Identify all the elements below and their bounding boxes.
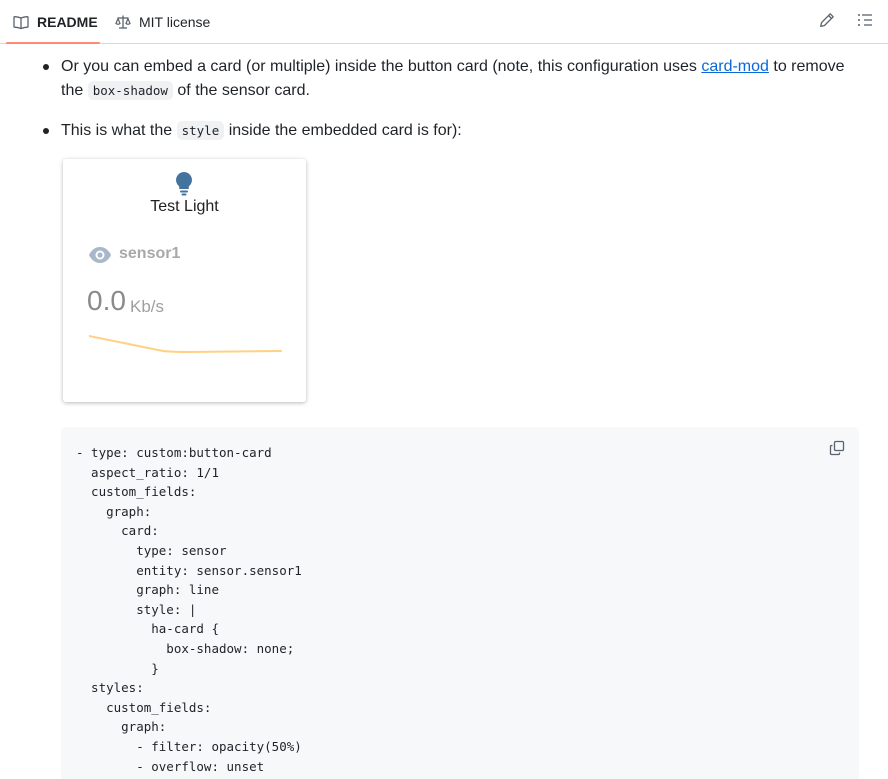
inline-code: box-shadow: [87, 80, 173, 100]
code-line: graph: line: [76, 582, 219, 598]
book-icon: [13, 14, 29, 30]
edit-button[interactable]: [815, 10, 839, 34]
button-card-preview: Test Light sensor1 0.0 Kb/s: [63, 159, 306, 402]
list-icon: [857, 12, 873, 33]
copy-button[interactable]: [826, 439, 848, 461]
code-line: - type: custom:button-card: [76, 445, 272, 460]
tab-readme[interactable]: README: [6, 0, 100, 44]
code-line: }: [76, 660, 159, 676]
code-line: custom_fields:: [76, 484, 197, 500]
copy-icon: [829, 440, 845, 461]
tab-license[interactable]: MIT license: [115, 0, 210, 43]
code-line: ha-card {: [76, 621, 219, 637]
code-line: aspect_ratio: 1/1: [76, 464, 219, 480]
code-line: entity: sensor.sensor1: [76, 562, 302, 578]
text-segment: of the sensor card.: [172, 81, 310, 99]
scale-icon: [115, 14, 131, 30]
pencil-icon: [819, 12, 835, 33]
bullet-dot: [43, 64, 49, 70]
text-segment: This is what the: [61, 122, 177, 139]
code-line: type: sensor: [76, 543, 227, 558]
sensor-unit: Kb/s: [130, 297, 165, 316]
code-block: - type: custom:button-card aspect_ratio:…: [61, 427, 859, 779]
code-line: graph:: [76, 503, 152, 519]
text-segment: Or you can embed a card (or multiple) in…: [61, 58, 702, 75]
sensor-graph: [89, 335, 282, 354]
list-item: This is what the style inside the embedd…: [43, 119, 863, 143]
sensor-value: 0.0: [87, 285, 126, 316]
eye-icon: [88, 245, 112, 270]
code-line: styles:: [76, 680, 144, 696]
tab-license-label: MIT license: [139, 13, 211, 30]
sensor-name: sensor1: [119, 245, 181, 262]
list-item-text: Or you can embed a card (or multiple) in…: [61, 55, 861, 102]
inline-code: style: [176, 121, 225, 140]
card-title: Test Light: [150, 198, 219, 215]
code-line: box-shadow: none;: [76, 641, 295, 656]
readme-header: README MIT license: [0, 0, 888, 44]
tab-readme-label: README: [37, 13, 98, 30]
sensor-graph-line: [89, 335, 282, 354]
text-segment: inside the embedded card is for):: [224, 122, 462, 139]
code-line: - filter: opacity(50%): [76, 739, 302, 754]
bullet-dot: [43, 128, 49, 134]
code-line: custom_fields:: [76, 699, 212, 715]
code-line: style: |: [76, 601, 197, 617]
code-line: graph:: [76, 719, 167, 735]
code-line: card:: [76, 523, 159, 539]
list-item: Or you can embed a card (or multiple) in…: [43, 55, 863, 103]
outline-button[interactable]: [853, 10, 877, 34]
code-line: - overflow: unset: [76, 758, 265, 774]
list-item-text: This is what the style inside the embedd…: [61, 119, 861, 143]
card-mod-link[interactable]: card-mod: [701, 58, 769, 75]
